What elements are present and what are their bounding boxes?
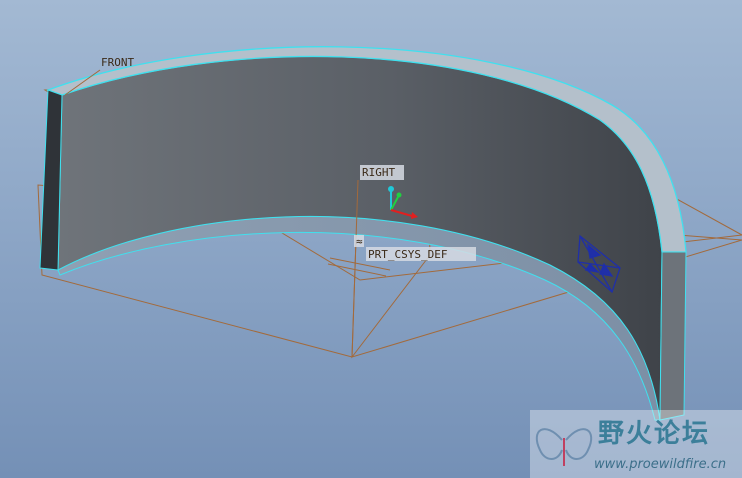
part-left-end-face[interactable] [39, 89, 63, 271]
svg-text:FRONT: FRONT [101, 56, 134, 69]
svg-text:野火论坛: 野火论坛 [598, 419, 710, 449]
model-scene[interactable]: FRONT RIGHT ≈ PRT_CSYS_DEF 野火论坛 www.proe… [0, 0, 742, 478]
svg-text:≈: ≈ [356, 235, 363, 248]
part-right-end-face[interactable] [659, 251, 687, 421]
graphics-viewport[interactable]: FRONT RIGHT ≈ PRT_CSYS_DEF 野火论坛 www.proe… [0, 0, 742, 478]
svg-text:www.proewildfire.cn: www.proewildfire.cn [594, 457, 726, 472]
svg-text:RIGHT: RIGHT [362, 166, 395, 179]
curved-wall-part[interactable] [39, 46, 687, 421]
datum-label-front[interactable]: FRONT [101, 56, 134, 69]
watermark: 野火论坛 www.proewildfire.cn [530, 410, 742, 478]
svg-text:PRT_CSYS_DEF: PRT_CSYS_DEF [368, 248, 447, 261]
datum-label-right[interactable]: RIGHT [360, 165, 404, 180]
